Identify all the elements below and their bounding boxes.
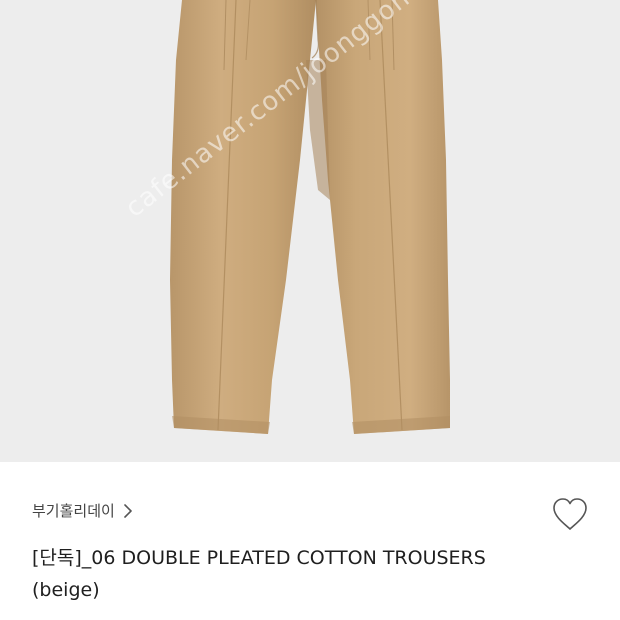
shop-name: 부기홀리데이	[32, 502, 115, 520]
product-title: [단독]_06 DOUBLE PLEATED COTTON TROUSERS (…	[32, 547, 486, 601]
product-image[interactable]: cafe.naver.com/joonggonara	[0, 0, 620, 462]
product-info: 부기홀리데이 [단독]_06 DOUBLE PLEATED COTTON TRO…	[0, 462, 620, 620]
trousers-image	[170, 0, 450, 434]
product-page: cafe.naver.com/joonggonara 부기홀리데이 [단독]_0…	[0, 0, 620, 620]
like-button[interactable]	[548, 494, 592, 534]
heart-outline-icon	[548, 498, 592, 538]
shop-link[interactable]: 부기홀리데이	[32, 500, 133, 521]
chevron-right-icon	[123, 503, 133, 518]
